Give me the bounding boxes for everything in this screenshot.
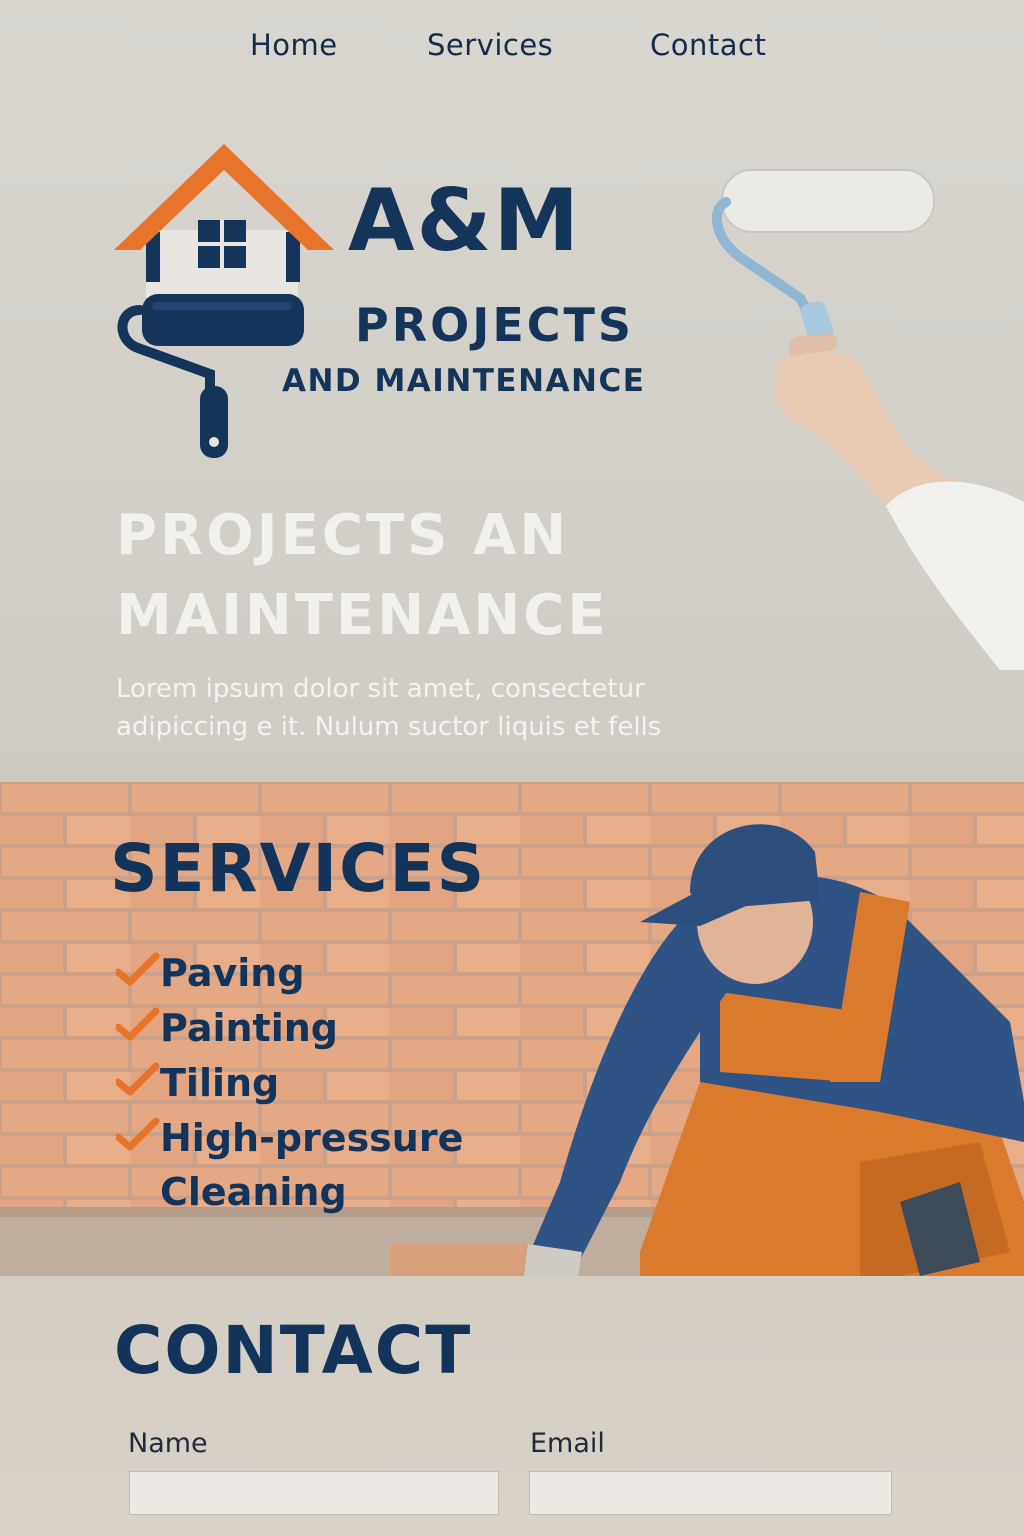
logo-roller-shine — [152, 302, 292, 310]
name-label: Name — [128, 1428, 208, 1459]
page: Home Services Contact A&M PROJECTS AND M… — [0, 0, 1024, 1536]
top-nav: Home Services Contact — [0, 28, 1024, 68]
name-field[interactable] — [129, 1471, 499, 1515]
service-item: Paving — [116, 946, 490, 1001]
brand-name: A&M — [348, 171, 582, 271]
arm-sleeve — [886, 481, 1024, 670]
service-label: Paving — [160, 951, 305, 995]
nav-services-link[interactable]: Services — [427, 28, 553, 62]
service-label: Tiling — [160, 1061, 280, 1105]
check-icon — [116, 952, 160, 986]
service-item: Tiling — [116, 1056, 490, 1111]
service-label: High-pressure Cleaning — [160, 1116, 464, 1214]
service-item: High-pressure Cleaning — [116, 1111, 490, 1221]
hero-text: Lorem ipsum dolor sit amet, consectetur … — [116, 674, 662, 742]
house-roller-logo-icon — [114, 144, 334, 458]
logo-handle-hole — [209, 437, 219, 447]
roller-head — [722, 170, 934, 232]
logo-roller-cylinder — [142, 294, 304, 346]
check-icon — [116, 1062, 160, 1096]
paver-brick — [390, 1244, 530, 1276]
nav-home-link[interactable]: Home — [250, 28, 338, 62]
hero-title: PROJECTS AN MAINTENANCE — [116, 503, 609, 648]
brand-tagline-projects: PROJECTS — [355, 298, 635, 352]
nav-contact-link[interactable]: Contact — [650, 28, 766, 62]
check-icon — [116, 1007, 160, 1041]
logo-window-mullion-h — [198, 242, 246, 246]
brand-tagline-maintenance: AND MAINTENANCE — [282, 363, 646, 399]
services-title: SERVICES — [110, 830, 487, 907]
service-label: Painting — [160, 1006, 338, 1050]
contact-title: CONTACT — [114, 1312, 473, 1389]
check-icon — [116, 1117, 160, 1151]
services-list: Paving Painting Tiling High-pressure Cle… — [116, 946, 490, 1221]
email-label: Email — [530, 1428, 605, 1459]
hero-section: Home Services Contact A&M PROJECTS AND M… — [0, 0, 1024, 782]
email-field[interactable] — [529, 1471, 892, 1515]
service-item: Painting — [116, 1001, 490, 1056]
logo-roller-handle — [200, 386, 228, 458]
